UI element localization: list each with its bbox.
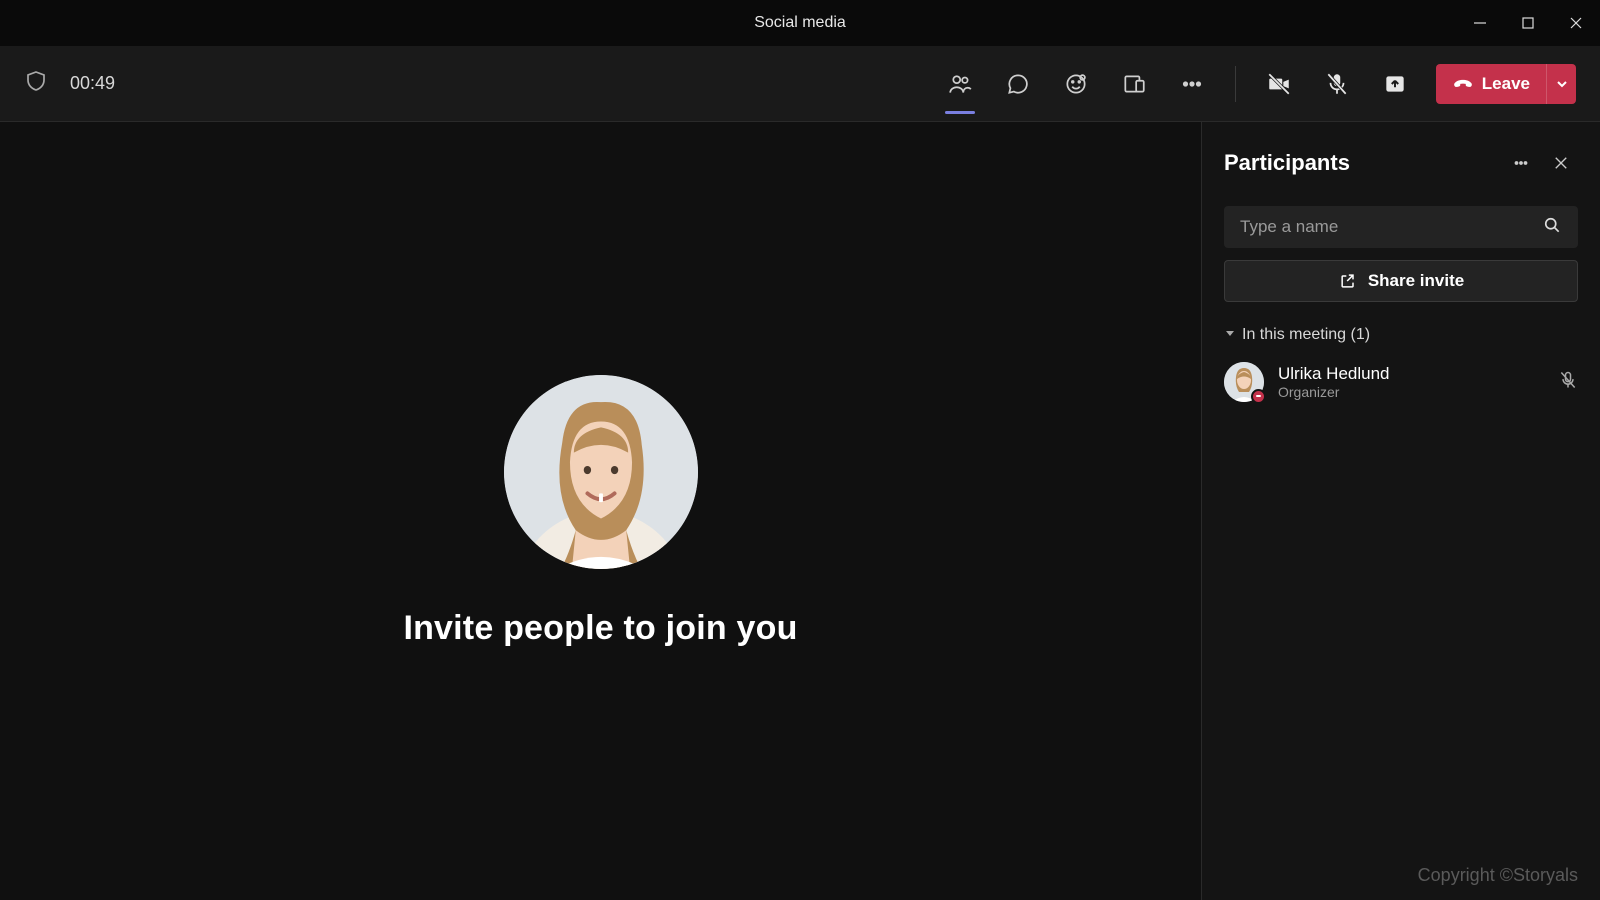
participant-role: Organizer — [1278, 384, 1544, 400]
share-invite-button[interactable]: Share invite — [1224, 260, 1578, 302]
caret-down-icon — [1224, 326, 1236, 344]
section-in-meeting[interactable]: In this meeting (1) — [1224, 326, 1578, 344]
panel-close-button[interactable] — [1544, 146, 1578, 180]
panel-title: Participants — [1224, 150, 1498, 176]
reactions-button[interactable] — [1051, 62, 1101, 106]
camera-button[interactable] — [1254, 62, 1304, 106]
copyright-text: Copyright ©Storyals — [1418, 865, 1578, 886]
leave-caret-button[interactable] — [1546, 64, 1576, 104]
search-icon[interactable] — [1542, 215, 1562, 240]
rooms-button[interactable] — [1109, 62, 1159, 106]
participant-row[interactable]: Ulrika Hedlund Organizer — [1224, 362, 1578, 402]
more-actions-button[interactable] — [1167, 62, 1217, 106]
participants-button[interactable] — [935, 62, 985, 106]
search-input[interactable] — [1240, 217, 1542, 237]
share-button[interactable] — [1370, 62, 1420, 106]
mic-button[interactable] — [1312, 62, 1362, 106]
chat-button[interactable] — [993, 62, 1043, 106]
mic-muted-icon[interactable] — [1558, 370, 1578, 395]
toolbar-separator — [1235, 66, 1236, 102]
window-title: Social media — [754, 14, 846, 32]
participant-avatar — [1224, 362, 1264, 402]
leave-button[interactable]: Leave — [1436, 64, 1576, 104]
titlebar: Social media — [0, 0, 1600, 46]
shield-icon[interactable] — [24, 69, 48, 98]
participants-panel: Participants Share invite In this meetin… — [1202, 122, 1600, 900]
window-maximize-button[interactable] — [1504, 0, 1552, 46]
call-timer: 00:49 — [70, 73, 115, 94]
leave-label: Leave — [1482, 74, 1530, 94]
window-close-button[interactable] — [1552, 0, 1600, 46]
panel-more-button[interactable] — [1504, 146, 1538, 180]
meeting-toolbar: 00:49 Leave — [0, 46, 1600, 122]
section-label: In this meeting (1) — [1242, 326, 1370, 344]
self-avatar — [504, 375, 698, 569]
presence-busy-icon — [1251, 389, 1266, 404]
meeting-stage: Invite people to join you — [0, 122, 1202, 900]
share-invite-label: Share invite — [1368, 271, 1464, 291]
participant-name: Ulrika Hedlund — [1278, 364, 1544, 384]
window-minimize-button[interactable] — [1456, 0, 1504, 46]
invite-heading: Invite people to join you — [403, 609, 797, 648]
participant-search[interactable] — [1224, 206, 1578, 248]
window-controls — [1456, 0, 1600, 46]
